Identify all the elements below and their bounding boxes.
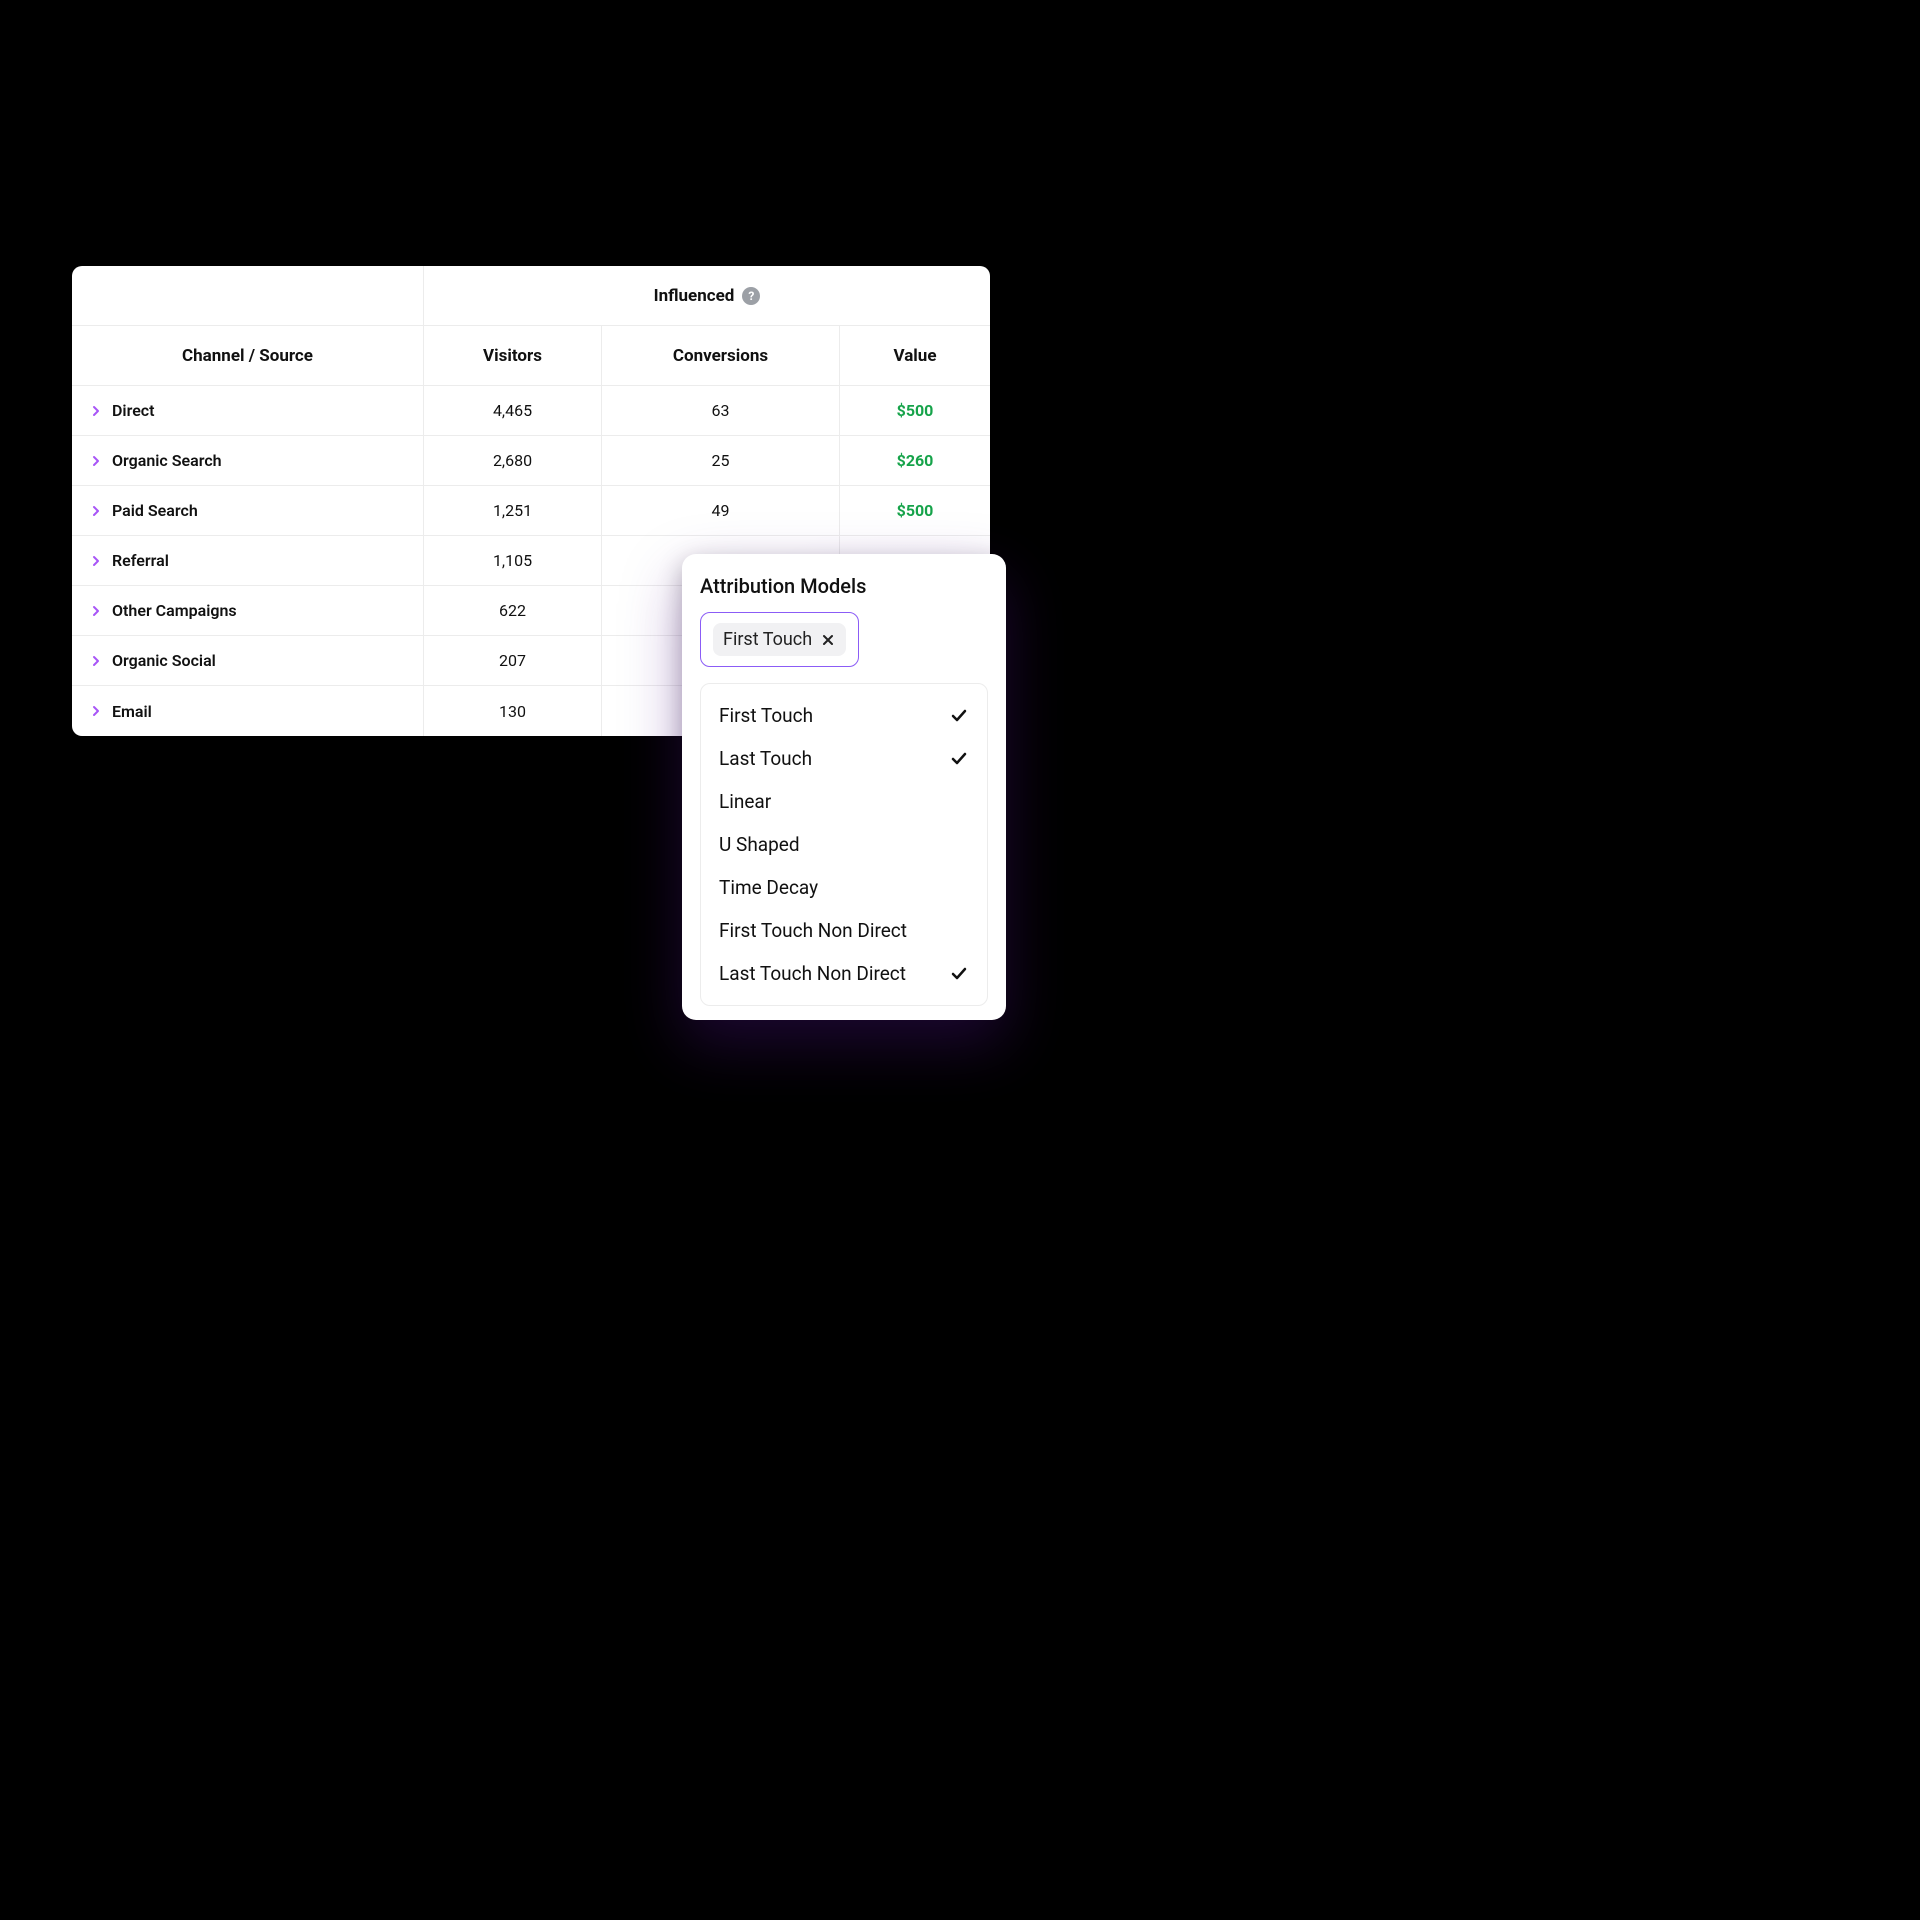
- table-header-group: Influenced ?: [72, 266, 990, 326]
- close-icon[interactable]: [820, 632, 836, 648]
- visitors-cell: 2,680: [424, 436, 602, 485]
- channel-cell[interactable]: Organic Search: [72, 436, 424, 485]
- col-conversions: Conversions: [602, 326, 840, 385]
- chevron-right-icon[interactable]: [90, 555, 102, 567]
- chip-label: First Touch: [723, 629, 812, 650]
- channel-label: Organic Social: [112, 651, 216, 670]
- channel-label: Other Campaigns: [112, 601, 237, 620]
- check-icon: [949, 749, 969, 769]
- check-icon: [949, 792, 969, 812]
- visitors-cell: 130: [424, 686, 602, 736]
- table-header-columns: Channel / Source Visitors Conversions Va…: [72, 326, 990, 386]
- value-cell: $500: [840, 486, 990, 535]
- dropdown-option[interactable]: Last Touch: [701, 737, 987, 780]
- option-label: Last Touch: [719, 747, 812, 770]
- option-label: First Touch: [719, 704, 813, 727]
- chip-first-touch: First Touch: [713, 623, 846, 656]
- table-row: Direct 4,46563 $500: [72, 386, 990, 436]
- option-label: Last Touch Non Direct: [719, 962, 906, 985]
- option-label: First Touch Non Direct: [719, 919, 907, 942]
- channel-cell[interactable]: Email: [72, 686, 424, 736]
- channel-cell[interactable]: Other Campaigns: [72, 586, 424, 635]
- header-influenced-label: Influenced: [654, 286, 735, 306]
- conversions-cell: 49: [602, 486, 840, 535]
- check-icon: [949, 921, 969, 941]
- header-influenced: Influenced ?: [424, 266, 990, 325]
- conversions-cell: 63: [602, 386, 840, 435]
- visitors-cell: 1,105: [424, 536, 602, 585]
- chevron-right-icon[interactable]: [90, 655, 102, 667]
- channel-label: Organic Search: [112, 451, 222, 470]
- conversions-cell: 25: [602, 436, 840, 485]
- value-amount: $260: [897, 451, 934, 470]
- dropdown-option[interactable]: Time Decay: [701, 866, 987, 909]
- dropdown-option[interactable]: Last Touch Non Direct: [701, 952, 987, 995]
- dropdown-option[interactable]: First Touch Non Direct: [701, 909, 987, 952]
- chevron-right-icon[interactable]: [90, 455, 102, 467]
- col-channel: Channel / Source: [72, 326, 424, 385]
- check-icon: [949, 835, 969, 855]
- check-icon: [949, 878, 969, 898]
- chevron-right-icon[interactable]: [90, 705, 102, 717]
- channel-cell[interactable]: Paid Search: [72, 486, 424, 535]
- value-amount: $500: [897, 401, 934, 420]
- channel-label: Direct: [112, 401, 155, 420]
- table-row: Paid Search 1,25149 $500: [72, 486, 990, 536]
- header-blank: [72, 266, 424, 325]
- check-icon: [949, 964, 969, 984]
- dropdown-option[interactable]: First Touch: [701, 694, 987, 737]
- chevron-right-icon[interactable]: [90, 405, 102, 417]
- visitors-cell: 622: [424, 586, 602, 635]
- option-label: U Shaped: [719, 833, 800, 856]
- channel-label: Email: [112, 702, 152, 721]
- chevron-right-icon[interactable]: [90, 505, 102, 517]
- channel-label: Paid Search: [112, 501, 198, 520]
- option-label: Linear: [719, 790, 771, 813]
- dropdown-title: Attribution Models: [700, 574, 988, 598]
- table-row: Organic Search 2,68025 $260: [72, 436, 990, 486]
- selected-models-input[interactable]: First Touch: [700, 612, 859, 667]
- check-icon: [949, 706, 969, 726]
- channel-label: Referral: [112, 551, 169, 570]
- col-value: Value: [840, 326, 990, 385]
- channel-cell[interactable]: Organic Social: [72, 636, 424, 685]
- option-label: Time Decay: [719, 876, 818, 899]
- col-visitors: Visitors: [424, 326, 602, 385]
- dropdown-options: First Touch Last Touch Linear U Shaped Time …: [700, 683, 988, 1006]
- attribution-models-dropdown: Attribution Models First Touch First Tou…: [682, 554, 1006, 1020]
- dropdown-option[interactable]: Linear: [701, 780, 987, 823]
- value-amount: $500: [897, 501, 934, 520]
- dropdown-option[interactable]: U Shaped: [701, 823, 987, 866]
- visitors-cell: 1,251: [424, 486, 602, 535]
- chevron-right-icon[interactable]: [90, 605, 102, 617]
- channel-cell[interactable]: Direct: [72, 386, 424, 435]
- help-icon[interactable]: ?: [742, 287, 760, 305]
- channel-cell[interactable]: Referral: [72, 536, 424, 585]
- visitors-cell: 4,465: [424, 386, 602, 435]
- value-cell: $500: [840, 386, 990, 435]
- visitors-cell: 207: [424, 636, 602, 685]
- value-cell: $260: [840, 436, 990, 485]
